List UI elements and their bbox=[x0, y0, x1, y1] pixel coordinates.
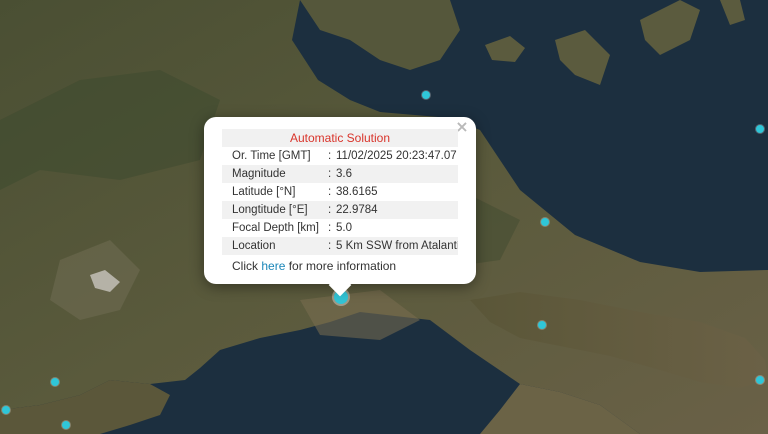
detail-value: 11/02/2025 20:23:47.07 bbox=[336, 150, 457, 162]
map-view[interactable]: × Automatic Solution Or. Time [GMT]:11/0… bbox=[0, 0, 768, 434]
earthquake-marker-icon[interactable] bbox=[538, 321, 546, 329]
more-info-suffix: for more information bbox=[288, 259, 397, 273]
detail-separator: : bbox=[328, 201, 336, 219]
earthquake-info-popup: × Automatic Solution Or. Time [GMT]:11/0… bbox=[204, 117, 476, 297]
detail-label: Latitude [°N] bbox=[232, 186, 296, 198]
detail-separator: : bbox=[328, 165, 336, 183]
detail-separator: : bbox=[328, 186, 332, 198]
detail-label: Location bbox=[222, 237, 328, 255]
detail-label: Or. Time [GMT] bbox=[232, 150, 311, 162]
earthquake-marker-icon[interactable] bbox=[422, 91, 430, 99]
detail-row: Latitude [°N]:38.6165 bbox=[222, 183, 458, 201]
detail-row: Location:5 Km SSW from Atalantí bbox=[222, 237, 458, 255]
earthquake-marker-icon[interactable] bbox=[62, 421, 70, 429]
detail-separator: : bbox=[328, 222, 332, 234]
detail-label: Magnitude bbox=[222, 165, 328, 183]
earthquake-marker-icon[interactable] bbox=[2, 406, 10, 414]
more-info-line: Click here for more information bbox=[222, 257, 458, 275]
event-details-table: Or. Time [GMT]:11/02/2025 20:23:47.07 Mag… bbox=[222, 147, 458, 255]
detail-value: 5.0 bbox=[336, 222, 352, 234]
earthquake-marker-icon[interactable] bbox=[756, 376, 764, 384]
popup-title: Automatic Solution bbox=[222, 129, 458, 147]
detail-row: Magnitude:3.6 bbox=[222, 165, 458, 183]
detail-row: Longtitude [°E]:22.9784 bbox=[222, 201, 458, 219]
more-info-link[interactable]: here bbox=[261, 259, 285, 273]
detail-row: Focal Depth [km]:5.0 bbox=[222, 219, 458, 237]
more-info-prefix: Click bbox=[232, 259, 258, 273]
popup-content: Automatic Solution Or. Time [GMT]:11/02/… bbox=[222, 129, 458, 275]
detail-label: Focal Depth [km] bbox=[232, 222, 319, 234]
detail-value: 5 Km SSW from Atalantí bbox=[336, 237, 458, 255]
detail-value: 3.6 bbox=[336, 165, 458, 183]
detail-separator: : bbox=[328, 237, 336, 255]
detail-label: Longtitude [°E] bbox=[222, 201, 328, 219]
detail-value: 38.6165 bbox=[336, 186, 378, 198]
detail-value: 22.9784 bbox=[336, 201, 458, 219]
detail-separator: : bbox=[328, 150, 332, 162]
earthquake-marker-icon[interactable] bbox=[541, 218, 549, 226]
earthquake-marker-icon[interactable] bbox=[51, 378, 59, 386]
earthquake-marker-icon[interactable] bbox=[756, 125, 764, 133]
detail-row: Or. Time [GMT]:11/02/2025 20:23:47.07 bbox=[222, 147, 458, 165]
